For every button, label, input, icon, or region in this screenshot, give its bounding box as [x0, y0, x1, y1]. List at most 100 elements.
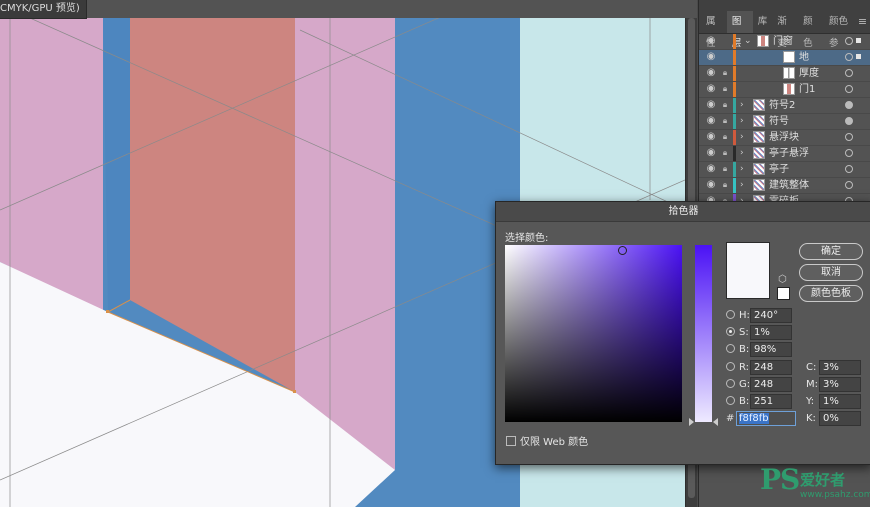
brightness-radio[interactable]	[726, 344, 735, 353]
chevron-right-icon[interactable]: ›	[740, 131, 748, 143]
eye-icon[interactable]: ◉	[705, 35, 717, 47]
layer-row[interactable]: ◉ 🔒︎ › 悬浮块	[699, 130, 870, 146]
cube-icon[interactable]: ⬡	[778, 274, 787, 285]
tab-color-guide[interactable]: 颜色参	[824, 11, 858, 49]
selection-indicator-icon[interactable]	[856, 54, 861, 59]
black-row: K: 0%	[804, 411, 866, 426]
hue-radio[interactable]	[726, 310, 735, 319]
magenta-row: M: 3%	[804, 377, 866, 392]
layer-row[interactable]: ◉ 🔒︎ › 亭子悬浮	[699, 146, 870, 162]
hex-input[interactable]: f8f8fb	[736, 411, 796, 426]
target-icon[interactable]	[845, 149, 853, 157]
chevron-right-icon[interactable]: ›	[740, 115, 748, 127]
black-field[interactable]: 0%	[819, 411, 861, 426]
layer-thumbnail	[783, 51, 795, 63]
color-swatches-button[interactable]: 颜色色板	[799, 285, 863, 302]
target-icon[interactable]	[845, 101, 853, 109]
select-color-label: 选择颜色:	[505, 233, 549, 244]
magenta-field[interactable]: 3%	[819, 377, 861, 392]
lock-icon[interactable]: 🔒︎	[720, 67, 730, 79]
web-colors-only-checkbox[interactable]: 仅限 Web 颜色	[506, 433, 588, 448]
layer-thumbnail	[753, 131, 765, 143]
layer-row[interactable]: ◉ 🔒︎ 厚度	[699, 66, 870, 82]
document-tab[interactable]: CMYK/GPU 预览)	[0, 0, 87, 19]
layer-row[interactable]: ◉ ⌄ 门窗	[699, 34, 870, 50]
eye-icon[interactable]: ◉	[705, 179, 717, 191]
eye-icon[interactable]: ◉	[705, 99, 717, 111]
hue-slider-right-arrow[interactable]	[713, 418, 718, 426]
target-icon[interactable]	[845, 165, 853, 173]
lock-icon[interactable]: 🔒︎	[720, 83, 730, 95]
tab-gradient[interactable]: 渐变	[772, 11, 798, 49]
watermark-url: www.psahz.com	[800, 490, 870, 500]
target-icon[interactable]	[845, 117, 853, 125]
red-radio[interactable]	[726, 362, 735, 371]
color-cursor[interactable]	[618, 246, 627, 255]
yellow-field[interactable]: 1%	[819, 394, 861, 409]
chevron-right-icon[interactable]: ›	[740, 163, 748, 175]
lock-icon[interactable]: 🔒︎	[720, 179, 730, 191]
cyan-field[interactable]: 3%	[819, 360, 861, 375]
target-icon[interactable]	[845, 37, 853, 45]
target-icon[interactable]	[845, 53, 853, 61]
target-icon[interactable]	[845, 181, 853, 189]
ok-button[interactable]: 确定	[799, 243, 863, 260]
tab-libraries[interactable]: 库	[753, 11, 773, 33]
watermark-ps: PS	[760, 463, 800, 496]
lock-icon[interactable]: 🔒︎	[720, 147, 730, 159]
eye-icon[interactable]: ◉	[705, 163, 717, 175]
layer-row[interactable]: ◉ 🔒︎ › 建筑整体	[699, 178, 870, 194]
tab-color[interactable]: 颜色	[798, 11, 824, 49]
green-field[interactable]: 248	[750, 377, 792, 392]
saturation-brightness-field[interactable]	[505, 245, 682, 422]
target-icon[interactable]	[845, 133, 853, 141]
target-icon[interactable]	[845, 69, 853, 77]
layer-color-bar	[733, 98, 736, 113]
green-radio[interactable]	[726, 379, 735, 388]
web-safe-color-chip[interactable]	[777, 287, 790, 300]
eye-icon[interactable]: ◉	[705, 147, 717, 159]
eye-icon[interactable]: ◉	[705, 83, 717, 95]
blue-field[interactable]: 251	[750, 394, 792, 409]
chevron-right-icon[interactable]: ›	[740, 99, 748, 111]
blue-radio[interactable]	[726, 396, 735, 405]
lock-empty-icon[interactable]	[720, 35, 730, 47]
lock-empty-icon[interactable]	[720, 51, 730, 63]
saturation-radio[interactable]	[726, 327, 735, 336]
cyan-row: C: 3%	[804, 360, 866, 375]
cancel-button[interactable]: 取消	[799, 264, 863, 281]
eye-icon[interactable]: ◉	[705, 131, 717, 143]
lock-icon[interactable]: 🔒︎	[720, 99, 730, 111]
brightness-field[interactable]: 98%	[750, 342, 792, 357]
eye-icon[interactable]: ◉	[705, 51, 717, 63]
pink-pillar-right	[295, 18, 395, 470]
chevron-right-icon[interactable]: ›	[740, 179, 748, 191]
layer-name: 门窗	[773, 36, 793, 47]
watermark-logo: PS 爱好者 www.psahz.com	[758, 463, 870, 507]
layer-row[interactable]: ◉ 🔒︎ › 亭子	[699, 162, 870, 178]
tab-layers[interactable]: 图层	[726, 11, 753, 49]
red-field[interactable]: 248	[750, 360, 792, 375]
layer-row[interactable]: ◉ 🔒︎ › 符号	[699, 114, 870, 130]
target-icon[interactable]	[845, 85, 853, 93]
saturation-field[interactable]: 1%	[750, 325, 792, 340]
layer-row[interactable]: ◉ 🔒︎ 门1	[699, 82, 870, 98]
checkbox-icon[interactable]	[506, 436, 516, 446]
hue-slider-left-arrow[interactable]	[689, 418, 694, 426]
eye-icon[interactable]: ◉	[705, 67, 717, 79]
layer-row[interactable]: ◉ 地	[699, 50, 870, 66]
lock-icon[interactable]: 🔒︎	[720, 115, 730, 127]
hamburger-icon[interactable]: ≡	[858, 11, 867, 33]
hue-slider[interactable]	[695, 245, 712, 422]
eye-icon[interactable]: ◉	[705, 115, 717, 127]
chevron-right-icon[interactable]: ›	[740, 147, 748, 159]
lock-icon[interactable]: 🔒︎	[720, 163, 730, 175]
layer-name: 悬浮块	[769, 132, 799, 143]
hue-row: H: 240°	[726, 308, 796, 323]
chevron-down-icon[interactable]: ⌄	[744, 35, 752, 47]
hue-field[interactable]: 240°	[750, 308, 792, 323]
lock-icon[interactable]: 🔒︎	[720, 131, 730, 143]
tab-properties[interactable]: 属性	[701, 11, 727, 49]
selection-indicator-icon[interactable]	[856, 38, 861, 43]
layer-row[interactable]: ◉ 🔒︎ › 符号2	[699, 98, 870, 114]
